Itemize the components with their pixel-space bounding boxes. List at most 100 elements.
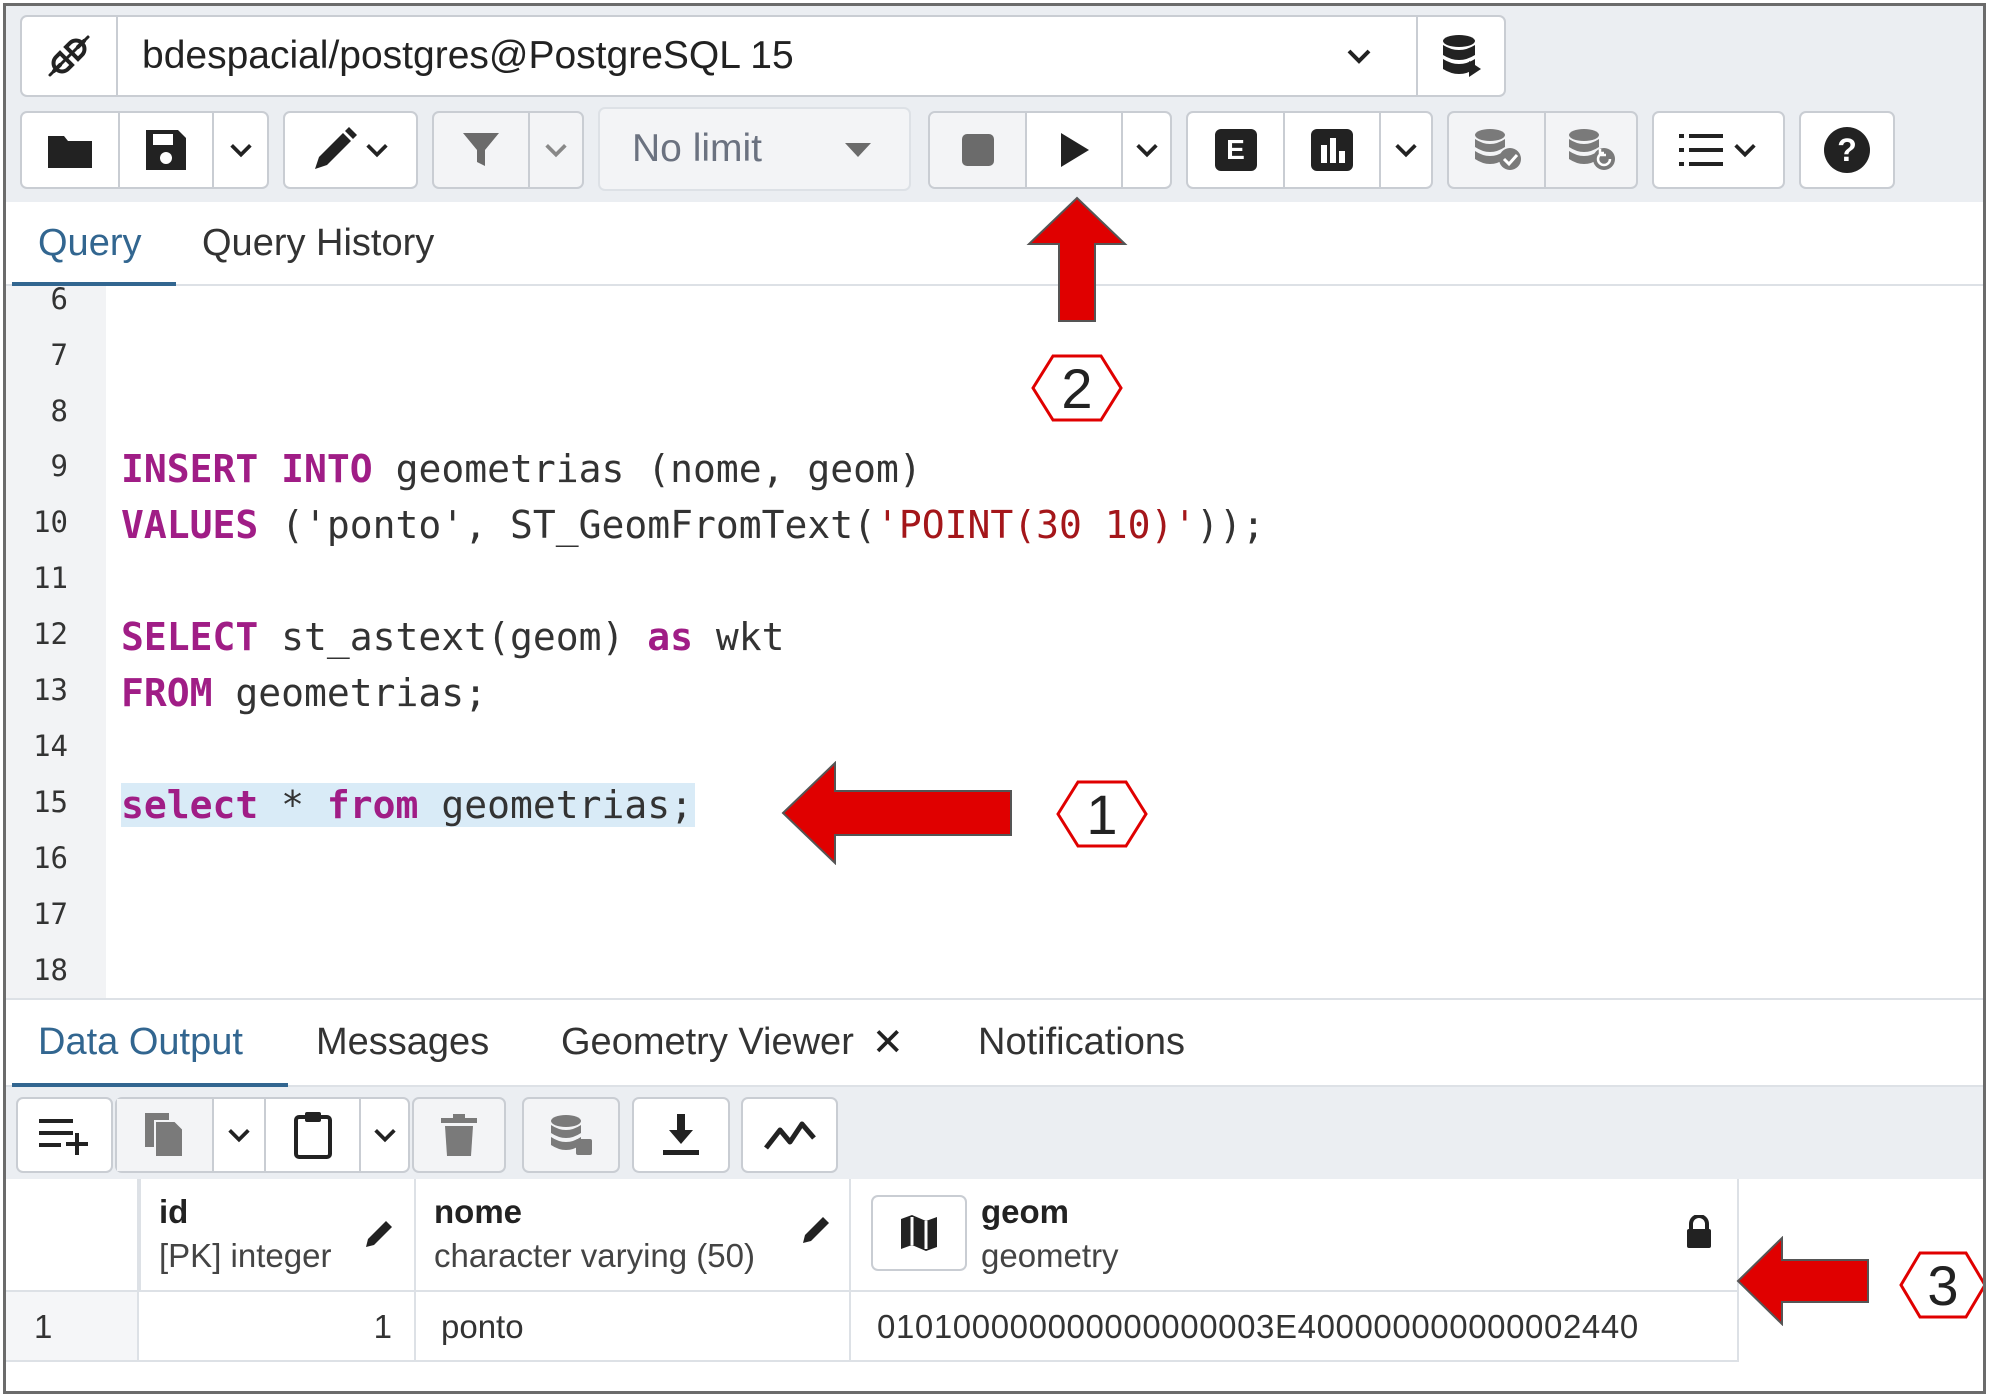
row-number[interactable]: 1 — [6, 1292, 139, 1362]
chevron-down-icon[interactable] — [1344, 41, 1374, 71]
help-button[interactable]: ? — [1799, 111, 1895, 189]
sql-string: 'POINT(30 10)' — [876, 503, 1197, 547]
row-number-text: 1 — [34, 1308, 53, 1345]
database-icon — [1439, 33, 1483, 79]
save-data-icon — [548, 1113, 594, 1157]
sql-text: geometrias; — [418, 783, 693, 827]
lock-icon — [1685, 1215, 1713, 1249]
delete-row-button[interactable] — [412, 1097, 506, 1173]
filter-options-button[interactable] — [528, 113, 582, 187]
chevron-down-icon — [371, 1121, 399, 1149]
badge-number: 1 — [1086, 782, 1118, 846]
tab-messages[interactable]: Messages — [316, 1000, 489, 1085]
copy-options-button[interactable] — [212, 1099, 264, 1171]
row-number-header — [6, 1179, 139, 1292]
line-number: 18 — [33, 953, 68, 987]
line-number: 15 — [33, 785, 68, 819]
new-connection-button[interactable] — [1416, 17, 1504, 95]
annotation-arrow-up — [1026, 196, 1128, 326]
paste-options-button[interactable] — [359, 1099, 408, 1171]
graph-visualiser-button[interactable] — [741, 1097, 838, 1173]
execute-button[interactable] — [1025, 113, 1121, 187]
code-line-15-selected: select * from geometrias; — [121, 783, 695, 827]
bar-chart-icon — [1311, 129, 1353, 171]
row-limit-select[interactable]: No limit — [598, 107, 911, 191]
line-number: 7 — [50, 338, 68, 372]
copy-button[interactable] — [117, 1099, 212, 1171]
line-chart-icon — [763, 1118, 816, 1152]
execute-button-group — [928, 111, 1172, 189]
download-icon — [661, 1114, 701, 1156]
list-icon — [1678, 130, 1725, 170]
stop-icon — [961, 133, 995, 167]
sql-text: geometrias (nome, geom) — [395, 447, 922, 491]
sql-text: geometrias; — [212, 671, 488, 715]
tab-label: Notifications — [978, 1021, 1185, 1063]
connection-label-area[interactable]: bdespacial/postgres@PostgreSQL 15 — [116, 17, 1416, 95]
save-file-button[interactable] — [118, 113, 212, 187]
view-geometry-button[interactable] — [871, 1195, 967, 1271]
pencil-icon — [801, 1213, 833, 1245]
output-tabs: Data Output Messages Geometry Viewer ✕ N… — [6, 998, 1983, 1087]
code-line-13: FROM geometrias; — [121, 671, 487, 715]
rollback-button[interactable] — [1544, 113, 1636, 187]
line-number-gutter: 6 7 8 9 10 11 12 13 14 15 16 17 18 — [6, 286, 106, 998]
grid-cell-nome[interactable]: ponto — [416, 1292, 851, 1362]
tab-notifications[interactable]: Notifications — [978, 1000, 1185, 1085]
stop-button[interactable] — [930, 113, 1025, 187]
commit-button[interactable] — [1449, 113, 1544, 187]
data-output-toolbar — [6, 1087, 1983, 1179]
sql-text: ('ponto', ST_GeomFromText( — [258, 503, 876, 547]
macros-button[interactable] — [1652, 111, 1785, 189]
save-options-button[interactable] — [212, 113, 267, 187]
add-row-button[interactable] — [16, 1097, 113, 1173]
filter-icon — [461, 130, 501, 170]
map-icon — [899, 1213, 939, 1253]
edit-button[interactable] — [283, 111, 418, 189]
sql-editor[interactable]: 6 7 8 9 10 11 12 13 14 15 16 17 18 INSER… — [6, 286, 1983, 998]
grid-cell-id[interactable]: 1 — [139, 1292, 416, 1362]
code-line-12: SELECT st_astext(geom) as wkt — [121, 615, 785, 659]
line-number: 11 — [33, 561, 68, 595]
filter-button-group — [432, 111, 584, 189]
clipboard-icon — [293, 1111, 333, 1159]
tab-data-output[interactable]: Data Output — [38, 1000, 243, 1085]
column-name: nome — [434, 1193, 523, 1230]
explain-button[interactable]: E — [1188, 113, 1283, 187]
connection-status-button[interactable] — [22, 17, 116, 95]
sql-keyword: VALUES — [121, 503, 259, 547]
annotation-badge-1: 1 — [1056, 780, 1148, 848]
chevron-down-icon — [1731, 136, 1759, 164]
chevron-down-icon — [1133, 136, 1161, 164]
editor-tabs: Query Query History — [6, 202, 1983, 286]
open-file-button[interactable] — [22, 113, 118, 187]
tab-geometry-viewer[interactable]: Geometry Viewer ✕ — [561, 1000, 904, 1085]
download-button[interactable] — [632, 1097, 730, 1173]
tab-query-history[interactable]: Query History — [202, 202, 434, 284]
tab-query[interactable]: Query — [38, 202, 141, 284]
save-icon — [144, 128, 188, 172]
execute-options-button[interactable] — [1121, 113, 1170, 187]
sql-keyword: from — [326, 783, 419, 827]
copy-icon — [143, 1111, 187, 1159]
line-number: 14 — [33, 729, 68, 763]
grid-cell-geom[interactable]: 010100000000000000003E400000000000002440 — [851, 1292, 1739, 1362]
column-header-id[interactable]: id [PK] integer — [139, 1179, 416, 1292]
annotation-badge-3: 3 — [1899, 1251, 1983, 1319]
column-type: geometry — [981, 1237, 1119, 1274]
explain-analyze-button[interactable] — [1283, 113, 1379, 187]
column-header-nome[interactable]: nome character varying (50) — [416, 1179, 851, 1292]
badge-number: 3 — [1927, 1253, 1959, 1317]
connection-selector[interactable]: bdespacial/postgres@PostgreSQL 15 — [20, 15, 1506, 97]
chevron-down-icon — [363, 136, 391, 164]
row-limit-value: No limit — [632, 127, 763, 170]
sql-keyword: SELECT — [121, 615, 259, 659]
column-header-geom[interactable]: geom geometry — [851, 1179, 1739, 1292]
file-button-group — [20, 111, 269, 189]
close-icon[interactable]: ✕ — [872, 1020, 904, 1065]
filter-button[interactable] — [434, 113, 528, 187]
paste-button[interactable] — [264, 1099, 359, 1171]
explain-options-button[interactable] — [1379, 113, 1431, 187]
save-data-button[interactable] — [522, 1097, 620, 1173]
tab-label: Query — [38, 221, 142, 264]
